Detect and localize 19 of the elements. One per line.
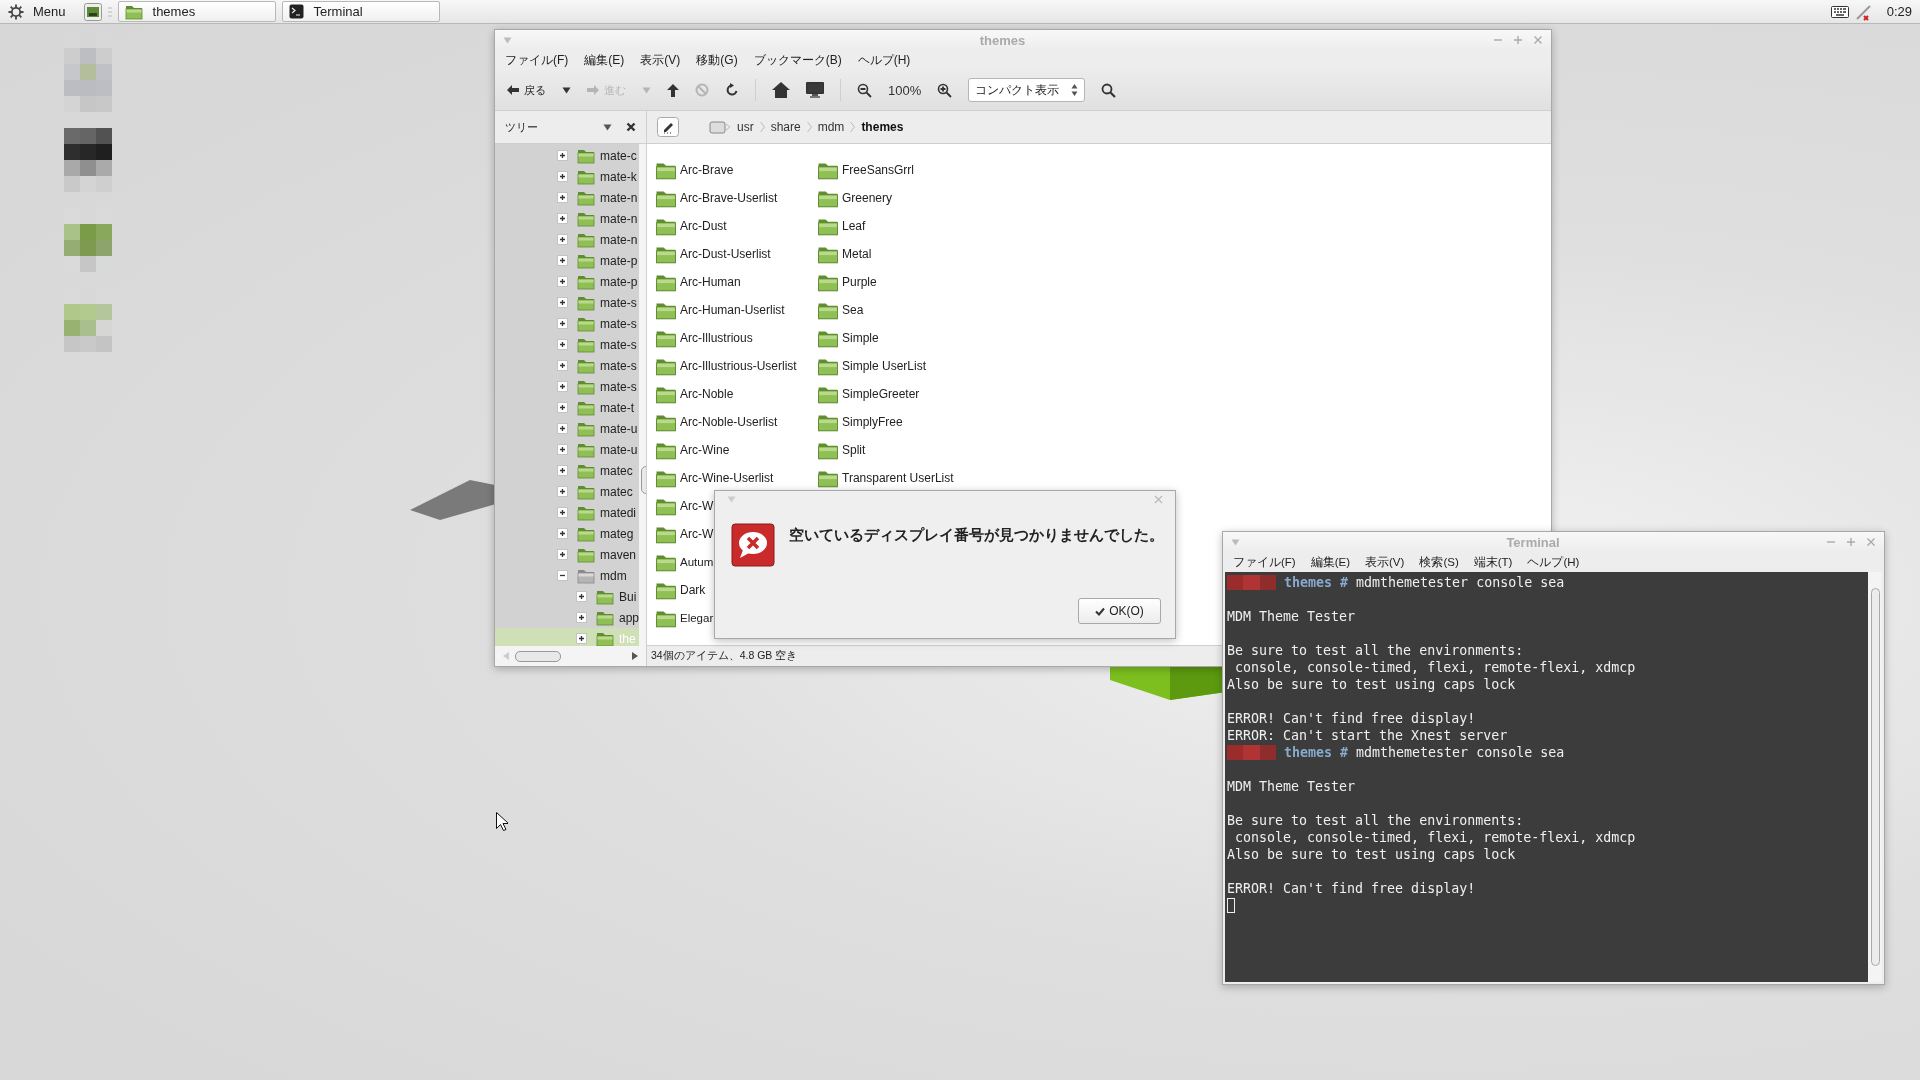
zoom-level: 100% — [888, 82, 922, 98]
output-line: console, console-timed, flexi, remote-flexi, xdmcp — [1234, 829, 1636, 846]
window-title: themes — [978, 32, 1027, 48]
dialog-message: 空いているディスプレイ番号が見つかりませんでした。 — [789, 525, 1164, 545]
prompt-text: themes # — [1284, 574, 1349, 591]
command-text: mdmthemetester console sea — [1356, 574, 1565, 591]
output-line: MDM Theme Tester — [1227, 608, 1356, 625]
window-title: Terminal — [1505, 534, 1561, 550]
output-line: MDM Theme Tester — [1227, 778, 1356, 795]
output-line: Be sure to test all the environments: — [1227, 812, 1524, 829]
output-line: Be sure to test all the environments: — [1227, 642, 1524, 659]
output-line: Also be sure to test using caps lock — [1227, 846, 1516, 863]
output-line: ERROR: Can't start the Xnest server — [1227, 727, 1508, 744]
output-line: Also be sure to test using caps lock — [1227, 676, 1516, 693]
sidebar-title: ツリー — [505, 119, 539, 135]
output-line: ERROR! Can't find free display! — [1227, 710, 1476, 727]
prompt-text: themes # — [1284, 744, 1349, 761]
output-line: ERROR! Can't find free display! — [1227, 880, 1476, 897]
command-text: mdmthemetester console sea — [1356, 744, 1565, 761]
